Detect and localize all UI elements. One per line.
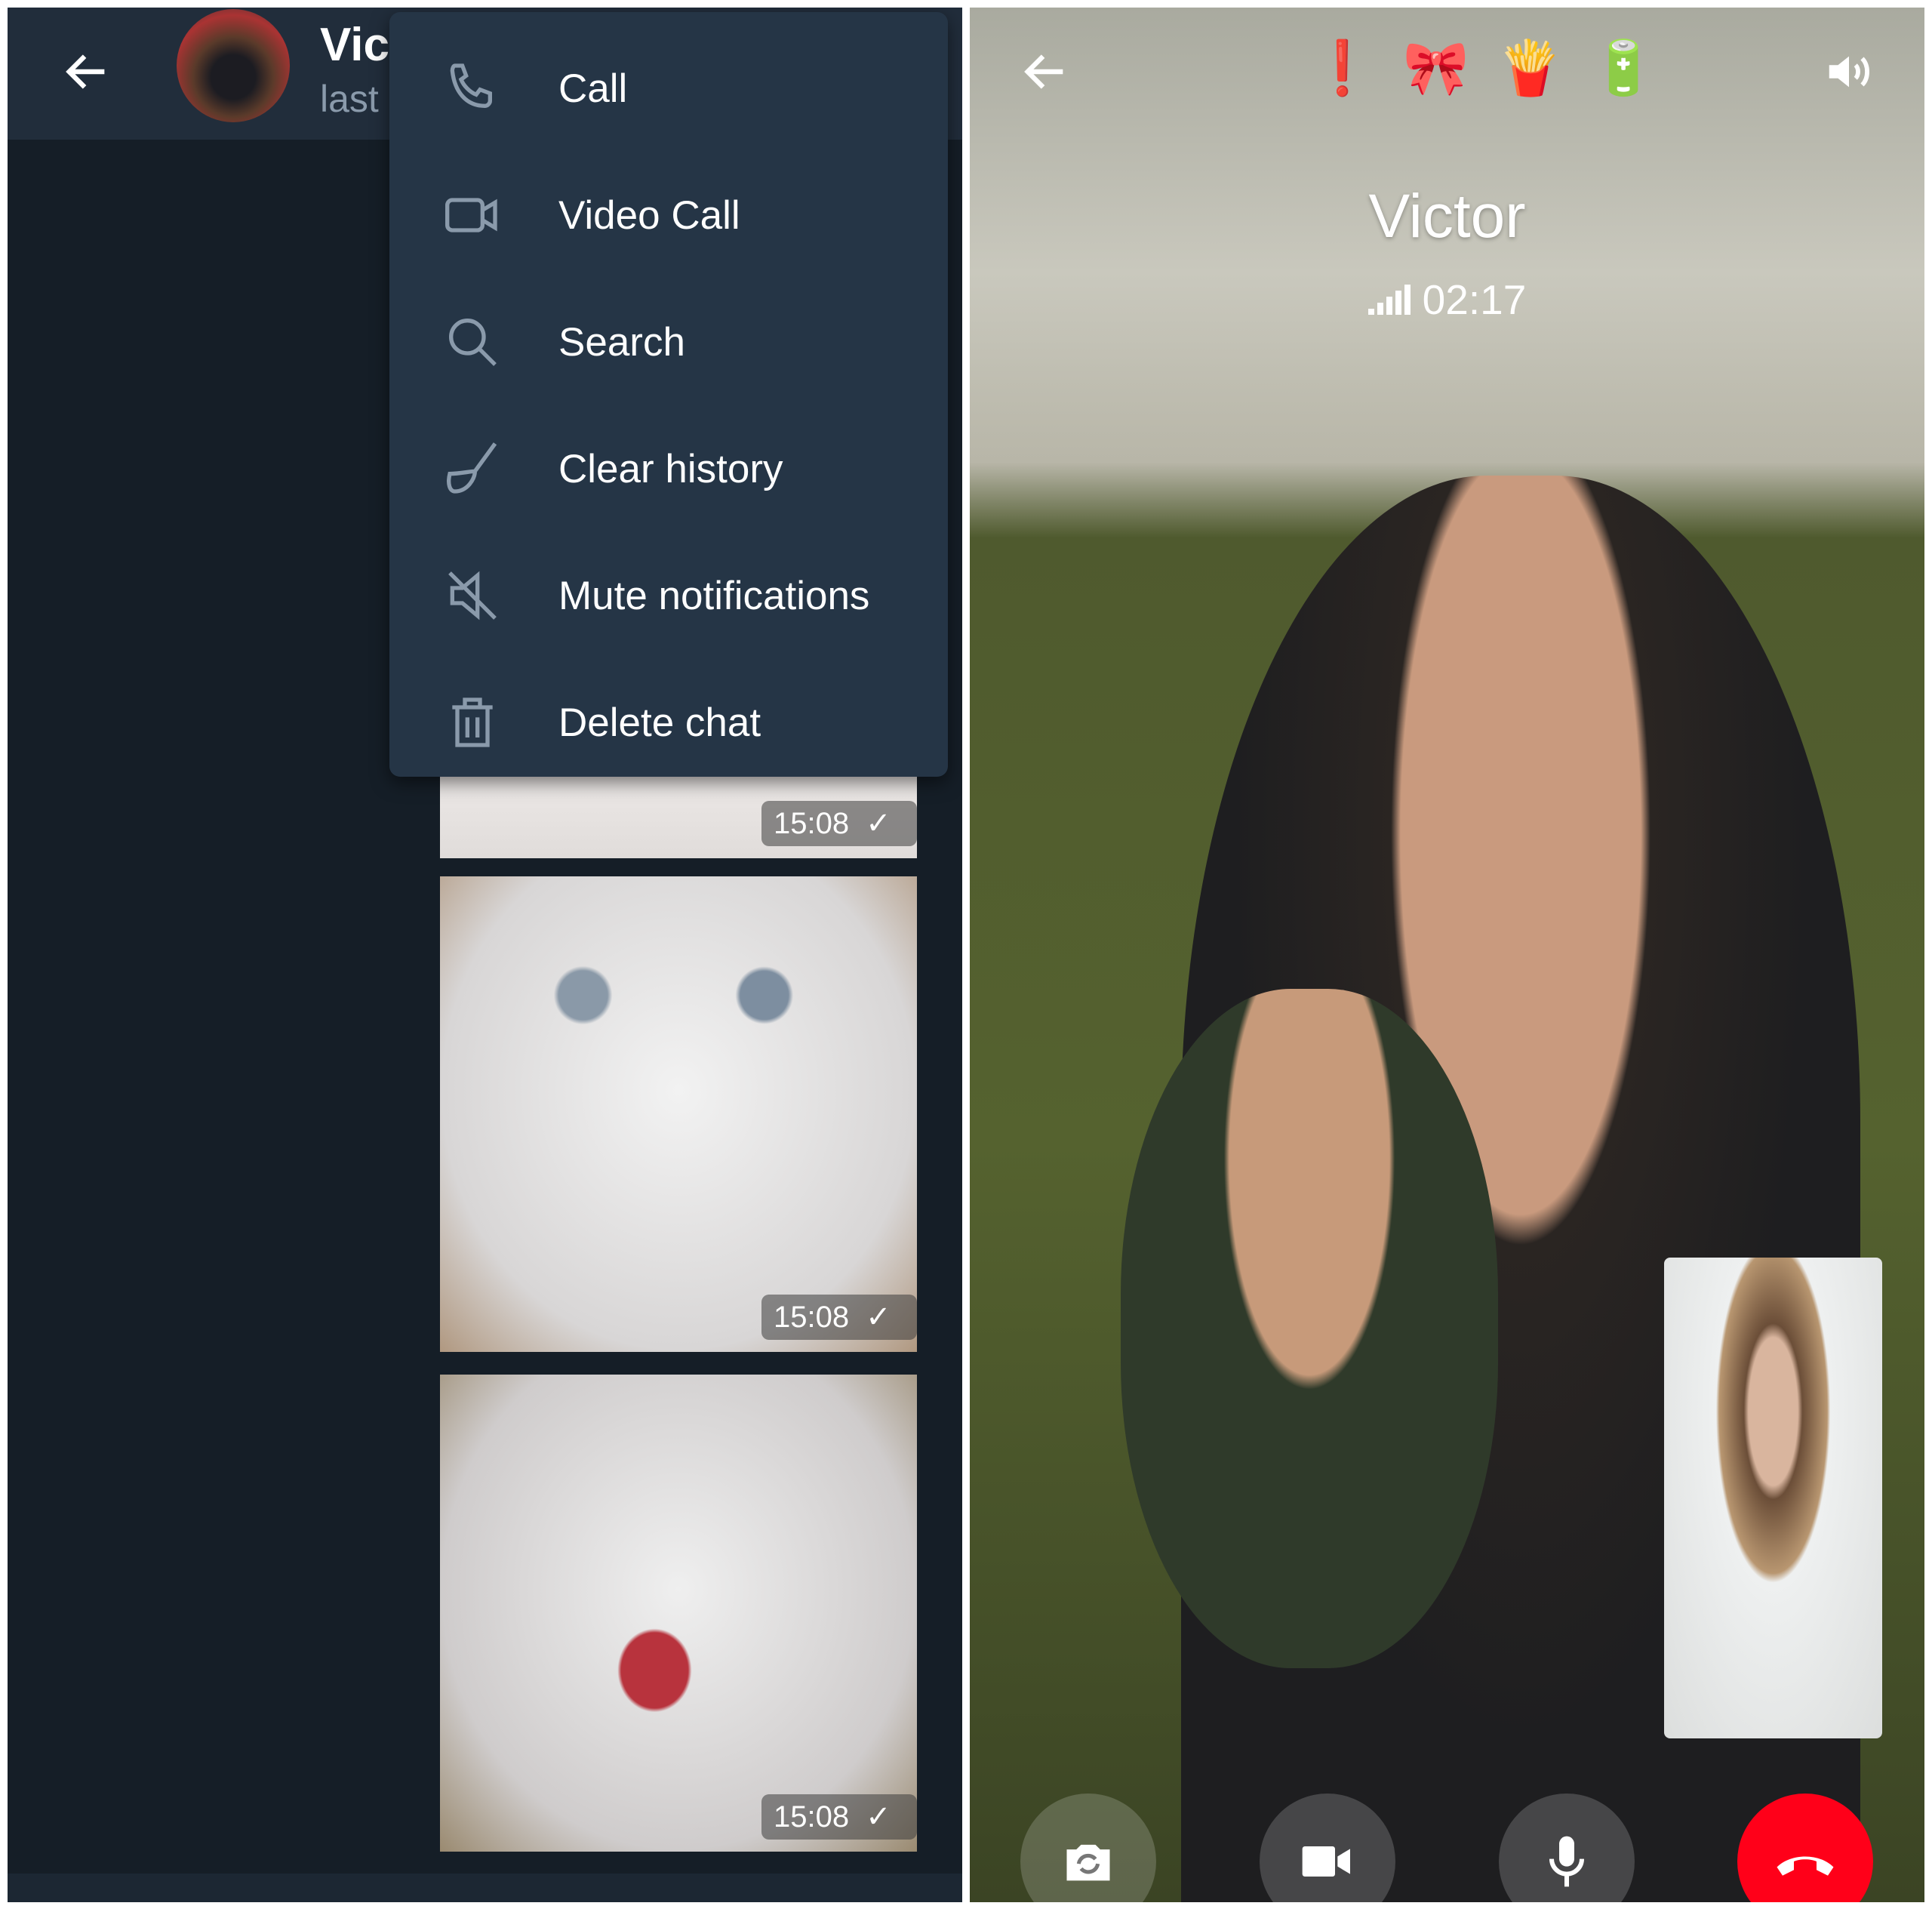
hang-up-icon [1777, 1856, 1834, 1876]
switch-camera-button[interactable] [1020, 1794, 1156, 1902]
contact-status: last [320, 78, 379, 120]
photo-message[interactable]: 15:08 ✓ [440, 876, 917, 1352]
video-call-screen: ❗ 🎀 🍟 🔋 Victor 02:17 [970, 8, 1924, 1902]
chat-screen: Vic last 15:08 ✓ 15:08 ✓ 15:08 ✓ Call Video… [8, 8, 962, 1902]
photo-message[interactable]: 15:08 ✓ [440, 777, 917, 858]
contact-avatar[interactable] [177, 9, 290, 122]
message-time: 15:08 [774, 1800, 850, 1834]
call-duration: 02:17 [1422, 276, 1527, 323]
microphone-icon [1549, 1836, 1584, 1887]
camera-switch-icon [1066, 1844, 1110, 1881]
emoji: ❗ [1309, 38, 1376, 97]
message-time: 15:08 [774, 1300, 850, 1334]
search-icon [449, 319, 497, 366]
signal-strength-icon [1367, 285, 1411, 315]
message-time-badge: 15:08 ✓ [761, 801, 917, 846]
emoji: 🔋 [1590, 38, 1657, 97]
menu-item-search[interactable]: Search [389, 279, 948, 405]
menu-item-clear-history[interactable]: Clear history [389, 405, 948, 532]
video-camera-icon [445, 198, 497, 232]
trash-icon [452, 697, 493, 747]
back-arrow-icon[interactable] [1019, 45, 1072, 98]
sent-check-icon: ✓ [866, 807, 891, 840]
sent-check-icon: ✓ [866, 1800, 891, 1834]
menu-item-delete-chat[interactable]: Delete chat [389, 659, 948, 786]
broom-icon [447, 442, 497, 494]
menu-item-label: Delete chat [558, 700, 761, 745]
mute-icon [448, 571, 497, 620]
remote-video-person [1121, 989, 1498, 1668]
menu-item-label: Video Call [558, 192, 740, 238]
self-video-preview[interactable] [1664, 1258, 1882, 1738]
back-arrow-icon[interactable] [60, 45, 113, 98]
encryption-emojis[interactable]: ❗ 🎀 🍟 🔋 [1309, 38, 1657, 100]
contact-name[interactable]: Vic [320, 18, 389, 72]
message-time-badge: 15:08 ✓ [761, 1295, 917, 1340]
sent-check-icon: ✓ [866, 1301, 891, 1334]
menu-item-mute-notifications[interactable]: Mute notifications [389, 532, 948, 659]
menu-item-label: Mute notifications [558, 573, 870, 618]
emoji: 🍟 [1497, 38, 1563, 97]
menu-item-call[interactable]: Call [389, 25, 948, 152]
input-bar [8, 1874, 962, 1902]
menu-item-video-call[interactable]: Video Call [389, 152, 948, 279]
message-time-badge: 15:08 ✓ [761, 1794, 917, 1840]
menu-item-label: Call [558, 66, 628, 111]
menu-item-label: Search [558, 319, 685, 365]
emoji: 🎀 [1403, 38, 1469, 97]
caller-name: Victor [1368, 182, 1526, 251]
photo-message[interactable]: 15:08 ✓ [440, 1375, 917, 1852]
video-camera-icon [1302, 1846, 1350, 1877]
menu-item-label: Clear history [558, 446, 783, 491]
phone-icon [450, 63, 492, 109]
speaker-icon[interactable] [1823, 45, 1875, 98]
chat-options-menu: Call Video Call Search Clear history Mut… [389, 12, 948, 777]
message-time: 15:08 [774, 806, 850, 840]
